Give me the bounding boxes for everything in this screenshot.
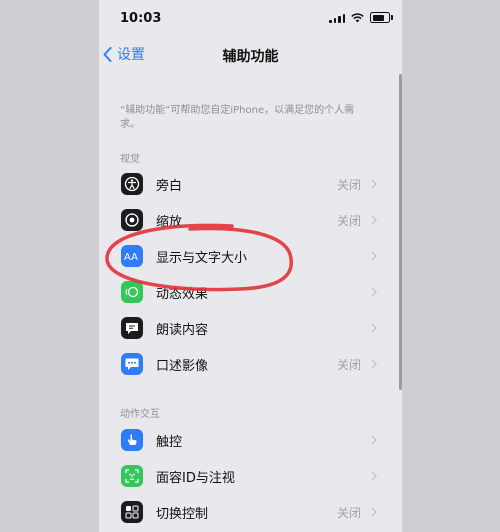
touch-icon [121, 429, 143, 451]
cellular-signal-icon [329, 13, 345, 23]
status-time: 10:03 [120, 11, 162, 26]
row-value: 关闭 [336, 357, 361, 372]
face-id-icon [121, 465, 143, 487]
zoom-icon [121, 209, 143, 231]
row-label: 旁白 [156, 178, 183, 194]
row-value: 关闭 [336, 177, 361, 192]
row-label: 动态效果 [156, 286, 209, 302]
audio-description-icon [121, 353, 143, 375]
row-value: 关闭 [336, 505, 361, 520]
chevron-right-icon [371, 287, 377, 297]
row-touch[interactable]: 触控 [99, 422, 391, 458]
battery-icon [370, 12, 393, 23]
row-label: 缩放 [156, 214, 183, 230]
scrollbar[interactable] [399, 74, 402, 390]
row-switch-control[interactable]: 切换控制 关闭 [99, 494, 391, 530]
status-icons [329, 12, 393, 23]
switch-control-icon [121, 501, 143, 523]
row-label: 切换控制 [156, 506, 209, 522]
row-label: 口述影像 [156, 358, 209, 374]
chevron-right-icon [371, 179, 377, 189]
page-title: 辅助功能 [222, 49, 279, 65]
chevron-right-icon [371, 323, 377, 333]
row-label: 触控 [156, 434, 183, 450]
row-display-text-size[interactable]: AA 显示与文字大小 [99, 238, 391, 274]
chevron-right-icon [371, 215, 377, 225]
row-voiceover[interactable]: 旁白 关闭 [99, 166, 391, 202]
chevron-right-icon [371, 435, 377, 445]
page-description: “辅助功能”可帮助您自定iPhone，以满足您的个人需求。 [120, 105, 355, 130]
motion-icon [121, 281, 143, 303]
row-motion[interactable]: 动态效果 [99, 274, 391, 310]
section-header-physical-motor: 动作交互 [120, 409, 160, 420]
chevron-right-icon [371, 359, 377, 369]
nav-bar: 设置 辅助功能 [99, 36, 402, 72]
chevron-right-icon [371, 251, 377, 261]
section-header-vision: 视觉 [120, 154, 140, 165]
row-audio-descriptions[interactable]: 口述影像 关闭 [99, 346, 391, 382]
row-spoken-content[interactable]: 朗读内容 [99, 310, 391, 346]
row-face-id-attention[interactable]: 面容ID与注视 [99, 458, 391, 494]
speech-icon [121, 317, 143, 339]
svg-text:AA: AA [124, 252, 138, 263]
text-size-icon: AA [121, 245, 143, 267]
voiceover-icon [121, 173, 143, 195]
row-label: 朗读内容 [156, 322, 209, 338]
settings-screen: 10:03 设置 辅助功能 “辅助功能”可帮助您自定iPhone，以满足您的个人… [99, 0, 402, 532]
status-bar: 10:03 [99, 0, 402, 36]
wifi-icon [351, 12, 364, 22]
row-label: 面容ID与注视 [156, 470, 235, 486]
row-value: 关闭 [336, 213, 361, 228]
row-label: 显示与文字大小 [156, 250, 248, 266]
chevron-right-icon [371, 471, 377, 481]
chevron-right-icon [371, 507, 377, 517]
row-zoom[interactable]: 缩放 关闭 [99, 202, 391, 238]
